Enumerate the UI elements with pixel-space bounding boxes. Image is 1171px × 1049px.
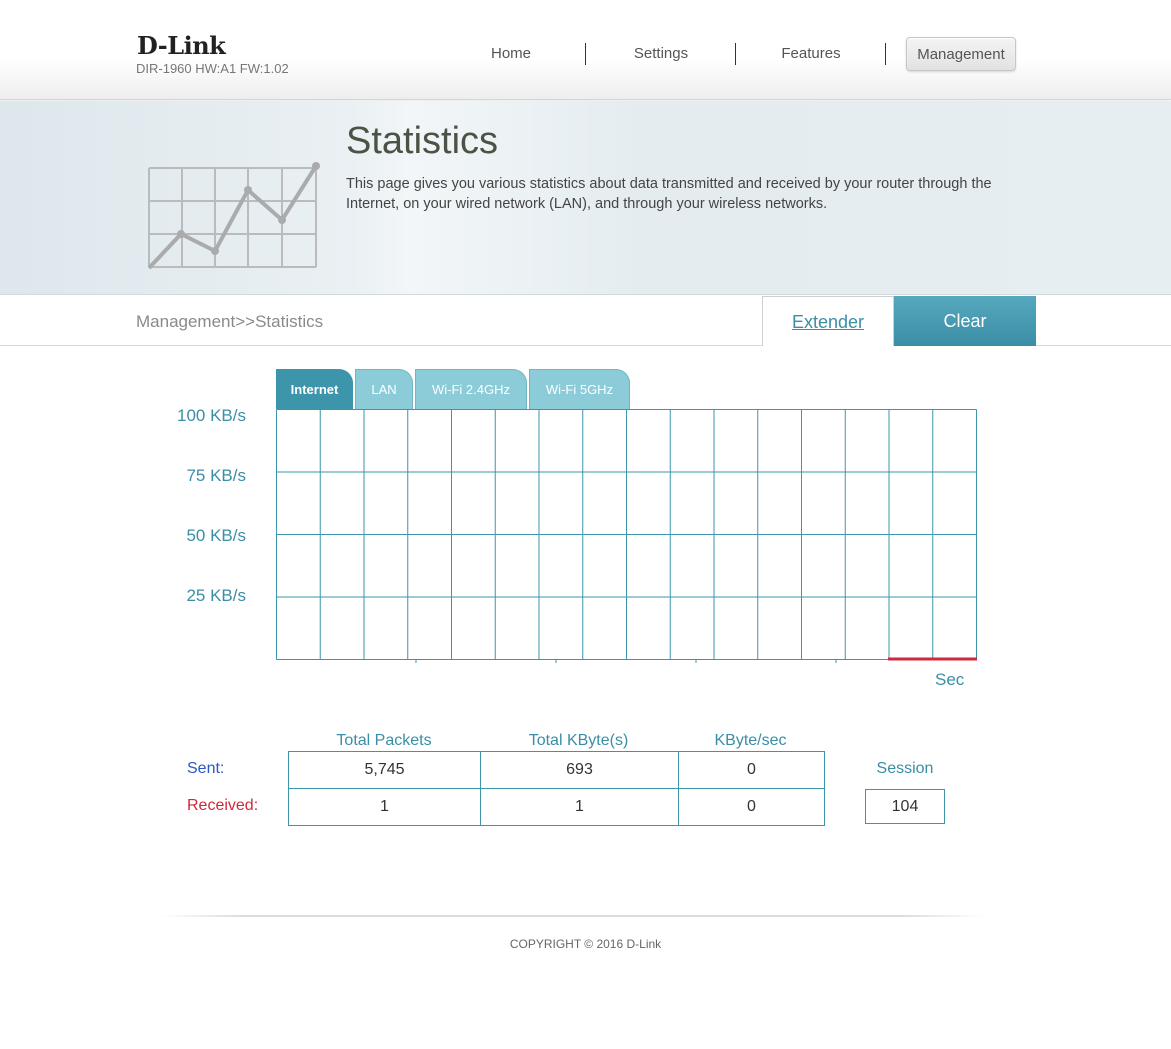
nav-features[interactable]: Features — [771, 37, 851, 71]
sent-total-packets: 5,745 — [288, 751, 481, 789]
session-value: 104 — [865, 789, 945, 824]
nav-settings[interactable]: Settings — [621, 37, 701, 71]
nav-divider — [585, 43, 586, 65]
copyright-text: COPYRIGHT © 2016 D-Link — [509, 937, 662, 951]
graph-grid — [276, 409, 977, 663]
extender-button[interactable]: Extender — [762, 296, 894, 346]
dlink-logo: D-Link — [137, 31, 226, 60]
top-header: D-Link DIR-1960 HW:A1 FW:1.02 Home Setti… — [0, 0, 1171, 100]
page-banner: Statistics This page gives you various s… — [0, 101, 1171, 295]
nav-divider — [885, 43, 886, 65]
clear-button[interactable]: Clear — [894, 296, 1036, 346]
statistics-table: 5,745 693 0 1 1 0 — [288, 751, 825, 826]
table-row-received: 1 1 0 — [288, 788, 825, 826]
page-title: Statistics — [346, 120, 499, 162]
breadcrumb: Management>>Statistics — [136, 312, 324, 331]
y-axis-label: 100 KB/s — [177, 406, 246, 425]
session-label: Session — [876, 760, 934, 777]
column-header-kbyte-sec: KByte/sec — [714, 732, 787, 749]
table-row-sent: 5,745 693 0 — [288, 751, 825, 789]
column-header-total-packets: Total Packets — [336, 732, 432, 749]
received-total-packets: 1 — [288, 788, 481, 826]
page-description: This page gives you various statistics a… — [346, 176, 992, 212]
y-axis-label: 75 KB/s — [186, 466, 246, 485]
device-model-info: DIR-1960 HW:A1 FW:1.02 — [136, 61, 289, 76]
sent-label: Sent: — [187, 760, 225, 777]
footer-divider — [160, 915, 985, 917]
line-chart-illustration-icon — [147, 162, 320, 270]
column-header-total-kbytes: Total KByte(s) — [528, 732, 629, 749]
y-axis-label: 25 KB/s — [186, 586, 246, 605]
sent-total-kbytes: 693 — [480, 751, 679, 789]
sent-kbyte-sec: 0 — [678, 751, 825, 789]
breadcrumb-bar: Management>>Statistics Extender Clear — [0, 296, 1171, 346]
nav-management[interactable]: Management — [906, 37, 1016, 71]
tab-wifi-5ghz[interactable]: Wi-Fi 5GHz — [529, 369, 630, 409]
tab-internet[interactable]: Internet — [276, 369, 353, 409]
nav-home[interactable]: Home — [471, 37, 551, 71]
received-total-kbytes: 1 — [480, 788, 679, 826]
traffic-graph — [276, 409, 977, 663]
tab-lan[interactable]: LAN — [355, 369, 413, 409]
y-axis-label: 50 KB/s — [186, 526, 246, 545]
received-label: Received: — [187, 797, 259, 814]
x-axis-label: Sec — [935, 670, 965, 689]
received-kbyte-sec: 0 — [678, 788, 825, 826]
tab-wifi-24ghz[interactable]: Wi-Fi 2.4GHz — [415, 369, 527, 409]
nav-divider — [735, 43, 736, 65]
